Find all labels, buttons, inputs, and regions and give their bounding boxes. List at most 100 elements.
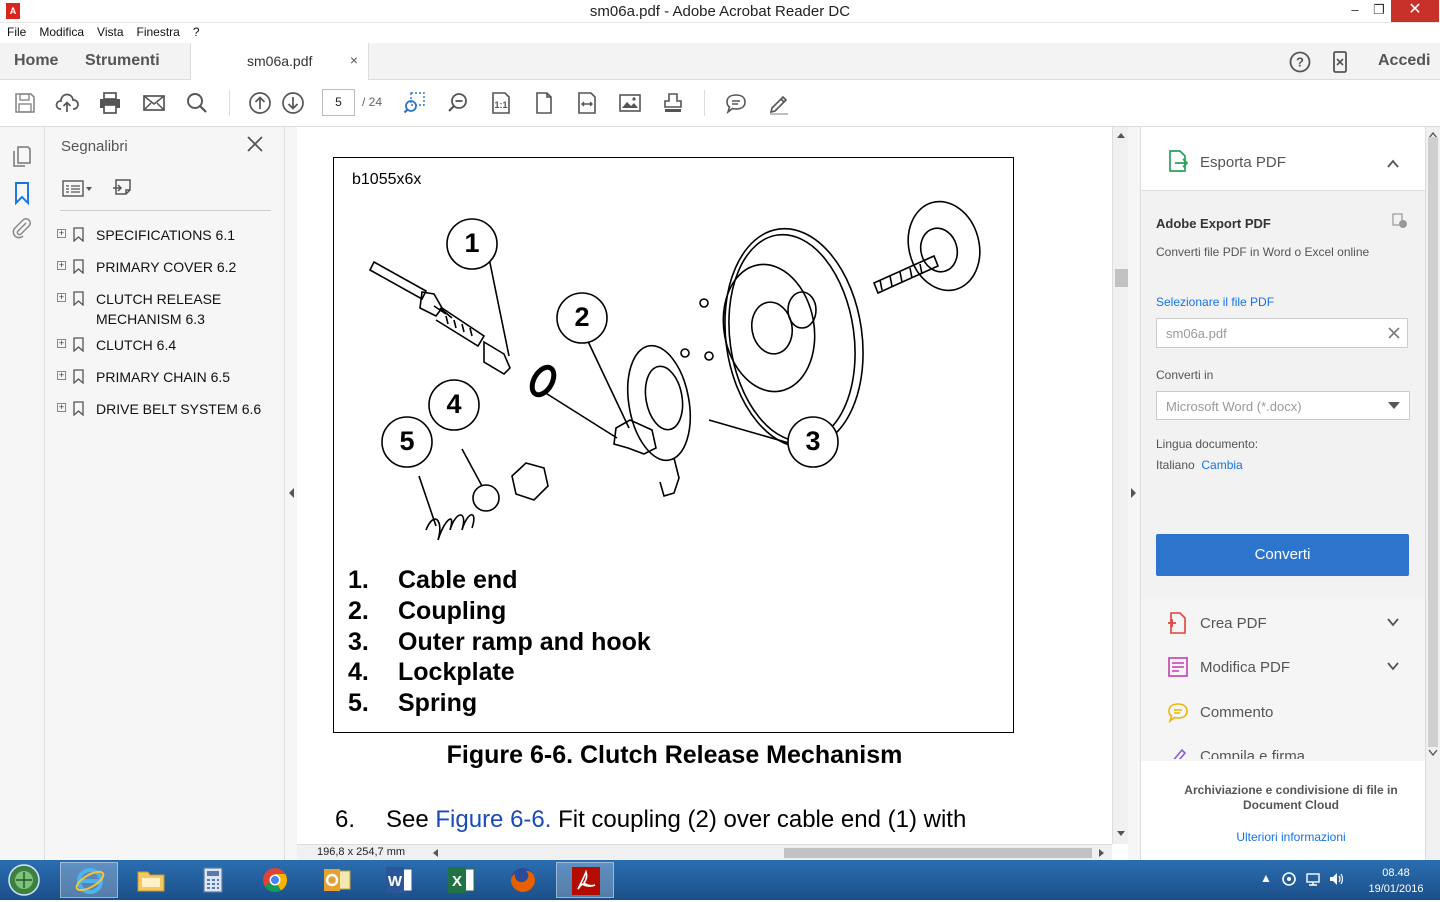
start-button-icon[interactable] [6,863,42,897]
next-page-icon[interactable] [281,91,305,115]
expand-icon[interactable]: + [57,403,66,412]
scrollbar-thumb[interactable] [784,848,1092,858]
actual-size-icon[interactable]: 1:1 [489,91,513,115]
vertical-scrollbar[interactable] [1112,127,1128,844]
convert-format-value: Microsoft Word (*.docx) [1166,399,1302,414]
sync-tray-icon[interactable] [1281,871,1297,887]
sign-in-link[interactable]: Accedi [1378,52,1430,70]
scrollbar-thumb[interactable] [1115,269,1128,287]
tab-close-icon[interactable]: × [350,52,358,68]
stamp-icon[interactable] [661,91,685,115]
taskbar-word[interactable]: W [370,862,428,898]
attachments-icon[interactable] [11,217,33,239]
search-icon[interactable] [185,91,209,115]
callout-1: 1 [464,228,480,258]
chevron-down-icon[interactable] [1387,616,1399,628]
export-image-icon[interactable] [618,91,642,115]
close-panel-icon[interactable] [245,134,265,160]
show-hidden-icons[interactable]: ▲ [1260,871,1272,885]
clock-date: 19/01/2016 [1368,883,1424,895]
close-button[interactable]: ✕ [1391,0,1439,22]
service-info-icon[interactable] [1392,213,1408,229]
taskbar-excel[interactable]: X [432,862,490,898]
taskbar: W X ▲ 08.48 19/01/2016 [0,860,1440,900]
menu-bar: File Modifica Vista Finestra? [0,23,1440,43]
chevron-up-icon[interactable] [1387,156,1399,168]
selected-file-field[interactable]: sm06a.pdf [1156,318,1408,348]
menu-help[interactable]: ? [186,23,206,39]
create-pdf-icon [1168,612,1186,634]
expand-icon[interactable]: + [57,261,66,270]
comment-icon[interactable] [724,91,748,115]
expand-icon[interactable]: + [57,339,66,348]
tab-tools[interactable]: Strumenti [85,52,160,70]
taskbar-acrobat-reader[interactable] [556,862,614,898]
chrome-icon [263,868,288,893]
figure-link[interactable]: Figure 6-6. [435,806,551,833]
expand-icon[interactable]: + [57,229,66,238]
divider [60,210,271,211]
network-icon[interactable] [1305,871,1321,887]
expand-icon[interactable]: + [57,293,66,302]
edit-pdf-icon [1168,657,1188,677]
bookmark-add-icon[interactable] [111,177,135,201]
tools-pane-scrollbar[interactable] [1425,127,1440,860]
left-pane-splitter[interactable] [285,127,297,860]
bookmarks-icon[interactable] [13,181,31,206]
figure-caption: Figure 6-6. Clutch Release Mechanism [446,741,903,769]
menu-modifica[interactable]: Modifica [32,23,90,39]
bookmark-options-icon[interactable] [62,179,94,199]
svg-text:X: X [452,873,462,890]
tab-document[interactable]: sm06a.pdf × [190,43,369,80]
clear-file-icon[interactable] [1388,327,1400,339]
tool-fill-sign[interactable]: Compila e firma [1141,735,1426,759]
volume-icon[interactable] [1328,871,1344,887]
learn-more-link[interactable]: Ulteriori informazioni [1161,830,1421,844]
tab-home[interactable]: Home [14,52,58,70]
menu-vista[interactable]: Vista [90,23,129,39]
change-language-link[interactable]: Cambia [1201,458,1242,472]
fit-width-icon[interactable] [575,91,599,115]
step-text: Fit coupling (2) over cable end (1) with [551,806,967,833]
tool-comment[interactable]: Commento [1141,691,1426,735]
maximize-button[interactable]: ❐ [1368,0,1390,22]
tool-label: Compila e firma [1200,748,1306,759]
tool-create-pdf[interactable]: Crea PDF [1141,602,1426,646]
right-pane-splitter[interactable] [1128,127,1140,860]
email-icon[interactable] [142,91,166,115]
zoom-out-icon[interactable] [446,91,470,115]
convert-button[interactable]: Converti [1156,534,1409,576]
previous-page-icon[interactable] [248,91,272,115]
scrollbar-thumb[interactable] [1428,137,1438,747]
taskbar-chrome[interactable] [246,862,304,898]
chevron-down-icon[interactable] [1387,660,1399,672]
menu-finestra[interactable]: Finestra [130,23,186,39]
upload-cloud-icon[interactable] [55,91,79,115]
mobile-link-icon[interactable] [1331,51,1349,73]
taskbar-firefox[interactable] [494,862,552,898]
taskbar-file-explorer[interactable] [122,862,180,898]
fit-page-icon[interactable] [532,91,556,115]
horizontal-scrollbar[interactable]: 196,8 x 254,7 mm [297,844,1112,860]
export-pdf-header[interactable]: Esporta PDF [1141,127,1426,191]
tool-edit-pdf[interactable]: Modifica PDF [1141,646,1426,690]
taskbar-outlook[interactable] [308,862,366,898]
help-icon[interactable]: ? [1289,51,1311,73]
save-icon[interactable] [13,91,37,115]
system-clock[interactable]: 08.48 19/01/2016 [1356,865,1436,897]
page-thumbnails-icon[interactable] [12,144,32,168]
taskbar-calculator[interactable] [184,862,242,898]
page-number-input[interactable]: 5 [322,89,355,116]
highlight-pen-icon[interactable] [767,91,791,115]
convert-format-select[interactable]: Microsoft Word (*.docx) [1156,391,1410,420]
menu-file[interactable]: File [0,23,32,39]
firefox-icon [511,868,535,892]
document-view[interactable]: b1055x6x 1 2 3 4 5 1. Cable end 2. Coupl… [297,127,1112,844]
taskbar-internet-explorer[interactable] [60,862,118,898]
minimize-button[interactable]: – [1340,0,1370,22]
select-file-link[interactable]: Selezionare il file PDF [1156,295,1274,309]
marquee-zoom-icon[interactable] [403,91,427,115]
expand-icon[interactable]: + [57,371,66,380]
print-icon[interactable] [98,91,122,115]
clock-time: 08.48 [1382,867,1410,879]
